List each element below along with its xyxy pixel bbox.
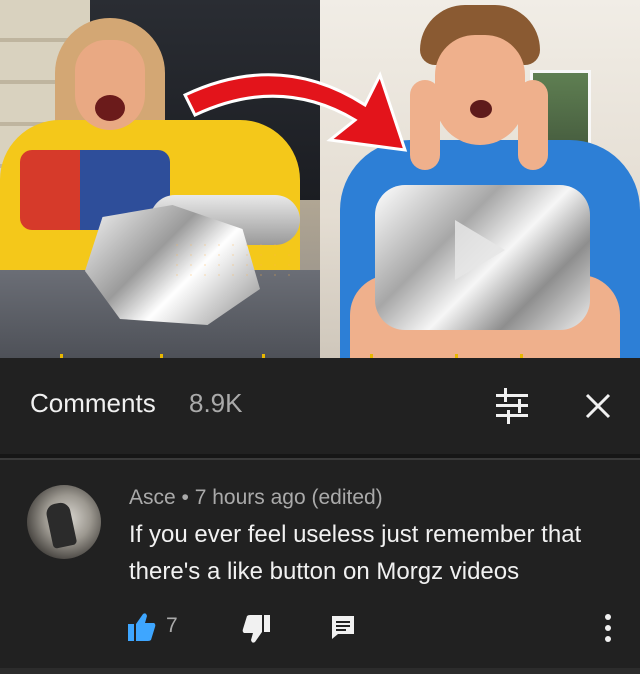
avatar[interactable]: [27, 485, 101, 559]
play-triangle-icon: [455, 220, 505, 280]
thumbs-up-icon: [128, 613, 156, 641]
sort-filter-button[interactable]: [492, 388, 532, 424]
comment-time: 7 hours ago (edited): [194, 486, 383, 509]
red-arrow-icon: [182, 71, 408, 152]
video-thumbnail[interactable]: [0, 0, 640, 358]
comments-title: Comments: [30, 388, 156, 418]
man-mouth: [470, 100, 492, 118]
like-button[interactable]: [128, 612, 156, 642]
comments-count: 8.9K: [189, 388, 243, 418]
close-icon: [585, 393, 611, 419]
dislike-button[interactable]: [242, 614, 270, 644]
comment-reply-icon: [332, 616, 354, 639]
more-options-button[interactable]: [598, 612, 618, 644]
woman-mouth: [95, 95, 125, 121]
reply-button[interactable]: [330, 614, 356, 640]
man-face: [435, 35, 525, 145]
close-button[interactable]: [580, 388, 616, 424]
thumbnail-left-panel: [0, 0, 320, 358]
bottom-divider: [0, 668, 640, 674]
sort-filter-icon: [496, 388, 528, 424]
thumbs-down-icon: [242, 615, 270, 643]
divider: [0, 458, 640, 460]
like-count: 7: [166, 614, 178, 637]
comment-text: If you ever feel useless just remember t…: [129, 521, 582, 585]
meta-separator: •: [181, 486, 195, 509]
more-vert-icon: [605, 614, 611, 642]
avatar-figure: [44, 500, 78, 550]
comment-author[interactable]: Asce: [129, 486, 176, 509]
sparks: [170, 240, 290, 280]
comment-meta: Asce • 7 hours ago (edited): [129, 486, 383, 510]
